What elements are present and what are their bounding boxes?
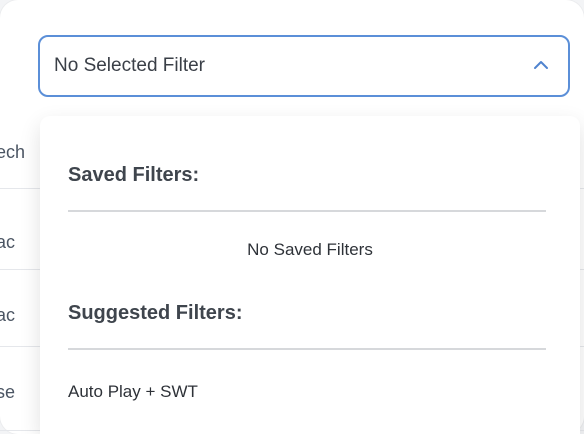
- background-row-text: ech: [0, 142, 26, 162]
- filter-select[interactable]: No Selected Filter: [38, 35, 570, 97]
- suggested-filter-option[interactable]: Auto Play + SWT: [68, 382, 198, 402]
- background-row-text: ac: [0, 305, 16, 325]
- suggested-filters-divider: [68, 348, 546, 350]
- chevron-up-icon: [532, 57, 550, 75]
- saved-filters-divider: [68, 210, 546, 212]
- saved-filters-title: Saved Filters:: [68, 164, 200, 186]
- background-row-text: se: [0, 382, 16, 402]
- filter-select-value: No Selected Filter: [54, 55, 206, 76]
- suggested-filters-title: Suggested Filters:: [68, 302, 243, 324]
- no-saved-filters-text: No Saved Filters: [247, 240, 373, 259]
- filter-dropdown: Saved Filters: No Saved Filters Suggeste…: [40, 116, 580, 434]
- background-row-text: ac: [0, 232, 16, 252]
